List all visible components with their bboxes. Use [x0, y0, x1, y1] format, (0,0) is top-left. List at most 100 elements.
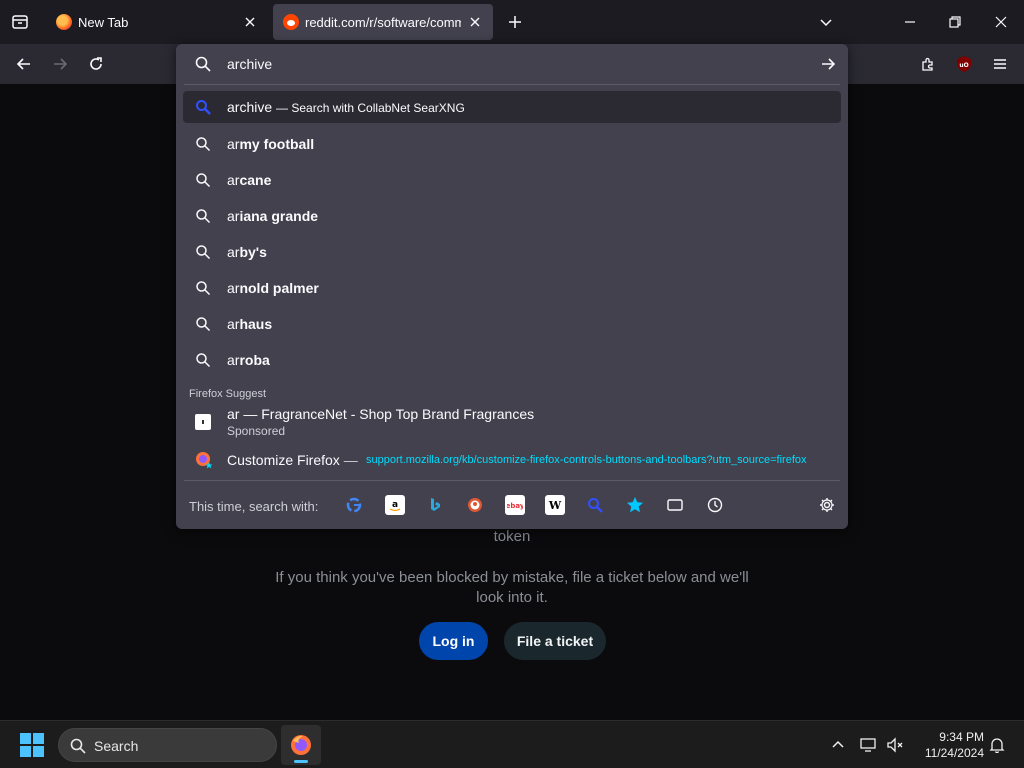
search-icon — [196, 173, 211, 188]
go-arrow-icon[interactable] — [818, 54, 838, 74]
windows-start-icon[interactable] — [20, 733, 44, 757]
ebay-icon[interactable]: ebay — [505, 495, 525, 515]
gear-icon[interactable] — [817, 495, 837, 515]
clock-time: 9:34 PM — [939, 730, 984, 744]
tab-title: reddit.com/r/software/comments — [305, 14, 461, 30]
tab-list-icon[interactable] — [8, 10, 32, 34]
chevron-down-icon[interactable] — [814, 10, 838, 34]
tab-new-tab[interactable]: New Tab — [46, 4, 268, 40]
sponsored-title: ar — FragranceNet - Shop Top Brand Fragr… — [227, 406, 535, 422]
taskbar-firefox-button[interactable] — [281, 725, 321, 765]
suggestion-row[interactable]: arcane — [183, 164, 841, 196]
restore-icon[interactable] — [943, 10, 967, 34]
suggestion-prefix: ar — [227, 280, 240, 296]
tip-title: Customize Firefox — [227, 452, 340, 468]
search-icon — [196, 137, 211, 152]
blocked-message: If you think you've been blocked by mist… — [275, 569, 749, 606]
reload-icon[interactable] — [84, 52, 108, 76]
search-icon — [196, 317, 211, 332]
tab-reddit[interactable]: reddit.com/r/software/comments — [273, 4, 493, 40]
login-button[interactable]: Log in — [419, 622, 488, 660]
heuristic-query: archive — [227, 99, 273, 115]
close-window-icon[interactable] — [989, 10, 1013, 34]
token-text: token — [493, 528, 531, 545]
tabs-icon[interactable] — [665, 495, 685, 515]
windows-taskbar: Search 9:34 PM 11/24/2024 — [0, 720, 1024, 768]
suggestion-row[interactable]: arhaus — [183, 308, 841, 340]
notification-bell-icon[interactable] — [986, 734, 1008, 756]
suggestion-row[interactable]: arby's — [183, 236, 841, 268]
search-icon — [196, 281, 211, 296]
svg-text:W: W — [548, 499, 562, 512]
duckduckgo-icon[interactable] — [465, 495, 485, 515]
tip-separator: — — [343, 452, 358, 468]
system-clock[interactable]: 9:34 PM 11/24/2024 — [912, 729, 984, 761]
suggestion-completion: my football — [239, 136, 315, 152]
searxng-icon — [196, 100, 211, 115]
firefox-icon — [195, 451, 213, 469]
customize-firefox-tip[interactable]: Customize Firefox — support.mozilla.org/… — [183, 446, 841, 474]
suggestion-row[interactable]: arnold palmer — [183, 272, 841, 304]
search-icon — [196, 245, 211, 260]
svg-text:ebay: ebay — [507, 502, 523, 510]
suggestion-completion: iana grande — [239, 208, 319, 224]
tip-url[interactable]: support.mozilla.org/kb/customize-firefox… — [366, 454, 836, 466]
firefox-icon — [291, 735, 311, 755]
firefox-icon — [56, 14, 72, 30]
network-icon[interactable] — [858, 734, 880, 756]
firefox-suggest-label: Firefox Suggest — [189, 388, 267, 400]
fragrancenet-icon — [195, 414, 211, 430]
taskbar-search[interactable]: Search — [58, 728, 277, 762]
forward-icon[interactable] — [48, 52, 72, 76]
svg-text:uO: uO — [959, 62, 968, 69]
history-icon[interactable] — [705, 495, 725, 515]
suggestion-row[interactable]: arroba — [183, 344, 841, 376]
close-tab-icon[interactable] — [242, 14, 258, 30]
suggestion-row[interactable]: army football — [183, 128, 841, 160]
sponsored-result[interactable]: ar — FragranceNet - Shop Top Brand Fragr… — [183, 402, 841, 442]
wikipedia-icon[interactable]: W — [545, 495, 565, 515]
suggestion-completion: cane — [239, 172, 272, 188]
suggestion-completion: nold palmer — [239, 280, 319, 296]
clock-date: 11/24/2024 — [924, 746, 984, 760]
heuristic-engine: — Search with CollabNet SearXNG — [276, 101, 465, 115]
bing-icon[interactable] — [425, 495, 445, 515]
google-icon[interactable] — [344, 495, 364, 515]
chevron-up-icon[interactable] — [827, 734, 849, 756]
suggestion-completion: by's — [239, 244, 267, 260]
ublock-origin-icon[interactable]: uO — [952, 52, 976, 76]
taskbar-search-label: Search — [94, 738, 139, 754]
suggestion-prefix: ar — [227, 208, 240, 224]
searxng-icon[interactable] — [585, 495, 605, 515]
suggestion-prefix: ar — [227, 352, 240, 368]
search-icon — [195, 56, 211, 72]
new-tab-icon[interactable] — [503, 10, 527, 34]
search-icon — [196, 209, 211, 224]
search-icon — [70, 738, 86, 754]
suggestion-prefix: ar — [227, 316, 240, 332]
suggestion-completion: haus — [239, 316, 273, 332]
divider — [184, 84, 840, 85]
urlbar-dropdown: archive archive — Search with CollabNet … — [176, 44, 848, 529]
minimize-icon[interactable] — [898, 10, 922, 34]
divider — [184, 480, 840, 481]
svg-text:a: a — [392, 500, 398, 510]
tab-title: New Tab — [78, 14, 129, 30]
search-icon — [196, 353, 211, 368]
amazon-icon[interactable]: a — [385, 495, 405, 515]
back-icon[interactable] — [12, 52, 36, 76]
suggestion-prefix: ar — [227, 244, 240, 260]
suggestion-row[interactable]: ariana grande — [183, 200, 841, 232]
urlbar-value[interactable]: archive — [227, 56, 272, 72]
heuristic-result[interactable]: archive — Search with CollabNet SearXNG — [183, 91, 841, 123]
extensions-icon[interactable] — [916, 52, 940, 76]
active-indicator — [294, 760, 308, 763]
urlbar-input[interactable]: archive — [176, 44, 848, 84]
bookmarks-icon[interactable] — [625, 495, 645, 515]
volume-muted-icon[interactable] — [884, 734, 906, 756]
menu-icon[interactable] — [988, 52, 1012, 76]
suggestion-prefix: ar — [227, 172, 240, 188]
file-ticket-button[interactable]: File a ticket — [504, 622, 606, 660]
close-tab-icon[interactable] — [467, 14, 483, 30]
sponsored-label: Sponsored — [227, 424, 286, 438]
